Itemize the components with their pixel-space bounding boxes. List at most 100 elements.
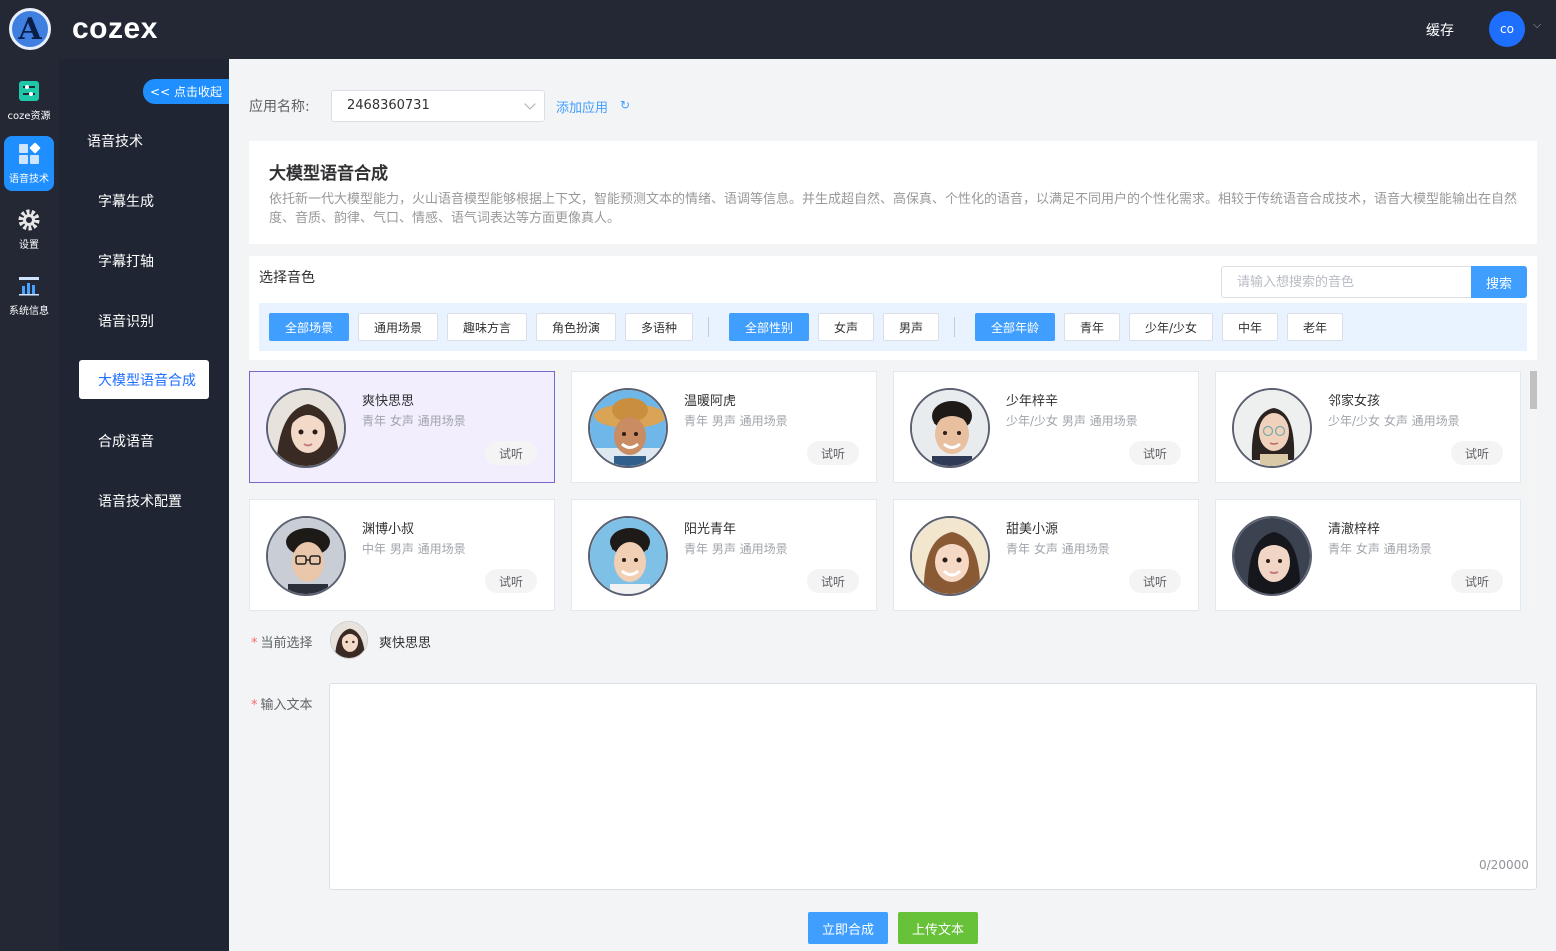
- menu-item-synthesize-speech[interactable]: 合成语音: [79, 421, 209, 460]
- voice-card[interactable]: 少年梓辛 少年/少女 男声 通用场景 试听: [893, 371, 1199, 483]
- voice-name: 邻家女孩: [1328, 394, 1381, 409]
- voice-select-panel: 选择音色 搜索 全部场景 通用场景 趣味方言 角色扮演 多语种 全部性别 女声 …: [249, 256, 1537, 360]
- filter-gender-all[interactable]: 全部性别: [729, 313, 809, 341]
- filter-age-teen[interactable]: 少年/少女: [1129, 313, 1213, 341]
- intro-panel: 大模型语音合成 依托新一代大模型能力，火山语音模型能够根据上下文，智能预测文本的…: [249, 141, 1537, 244]
- voice-tags: 青年 男声 通用场景: [684, 414, 788, 428]
- refresh-icon[interactable]: ↻: [620, 98, 630, 112]
- menu-item-subtitle-timing[interactable]: 字幕打轴: [79, 241, 209, 280]
- voice-card[interactable]: 阳光青年 青年 男声 通用场景 试听: [571, 499, 877, 611]
- filter-age-all[interactable]: 全部年龄: [975, 313, 1055, 341]
- voice-tags: 青年 女声 通用场景: [362, 414, 466, 428]
- rail-item-settings[interactable]: 设置: [4, 202, 54, 257]
- brand-name: cozex: [72, 12, 158, 45]
- preview-button[interactable]: 试听: [1451, 569, 1503, 593]
- rail-label: coze资源: [7, 111, 51, 122]
- filter-age-youth[interactable]: 青年: [1064, 313, 1120, 341]
- chevron-down-icon[interactable]: ⌵: [1533, 18, 1541, 32]
- menu-heading: 语音技术: [87, 134, 143, 150]
- voice-avatar: [266, 388, 346, 468]
- text-input-area[interactable]: [329, 683, 1537, 890]
- gear-icon: [18, 209, 40, 231]
- voice-avatar: [588, 388, 668, 468]
- voice-name: 少年梓辛: [1006, 394, 1059, 409]
- scroll-thumb[interactable]: [1530, 371, 1537, 409]
- voice-name: 清澈梓梓: [1328, 522, 1381, 537]
- search-button[interactable]: 搜索: [1471, 266, 1527, 298]
- filter-scene-dialect[interactable]: 趣味方言: [447, 313, 527, 341]
- add-app-link[interactable]: 添加应用: [556, 97, 608, 116]
- rail-label: 设置: [19, 240, 39, 251]
- voice-avatar: [588, 516, 668, 596]
- voice-avatar: [266, 516, 346, 596]
- icon-rail: coze资源 语音技术 设置 系统信息: [0, 59, 59, 951]
- menu-item-speech-config[interactable]: 语音技术配置: [79, 481, 209, 520]
- voice-tags: 青年 女声 通用场景: [1328, 542, 1432, 556]
- preview-button[interactable]: 试听: [1129, 569, 1181, 593]
- preview-button[interactable]: 试听: [485, 441, 537, 465]
- preview-button[interactable]: 试听: [485, 569, 537, 593]
- filter-scene-all[interactable]: 全部场景: [269, 313, 349, 341]
- voice-name: 甜美小源: [1006, 522, 1059, 537]
- voice-card[interactable]: 渊博小叔 中年 男声 通用场景 试听: [249, 499, 555, 611]
- synthesize-button[interactable]: 立即合成: [808, 912, 888, 944]
- cache-button[interactable]: 缓存: [1426, 20, 1454, 40]
- page-title: 大模型语音合成: [269, 164, 388, 184]
- filter-gender-female[interactable]: 女声: [818, 313, 874, 341]
- chart-icon: [19, 277, 39, 296]
- preview-button[interactable]: 试听: [1451, 441, 1503, 465]
- preview-button[interactable]: 试听: [807, 569, 859, 593]
- voice-tags: 青年 男声 通用场景: [684, 542, 788, 556]
- top-bar: A cozex 缓存 co ⌵: [0, 0, 1556, 59]
- apps-icon: [19, 142, 41, 164]
- voice-name: 爽快思思: [362, 394, 415, 409]
- voice-tags: 青年 女声 通用场景: [1006, 542, 1110, 556]
- filter-divider: [954, 317, 955, 337]
- current-voice-avatar: [330, 621, 368, 659]
- rail-item-system-info[interactable]: 系统信息: [4, 268, 54, 323]
- filter-bar: 全部场景 通用场景 趣味方言 角色扮演 多语种 全部性别 女声 男声 全部年龄 …: [259, 303, 1527, 351]
- required-mark: *: [251, 698, 258, 713]
- filter-gender-male[interactable]: 男声: [883, 313, 939, 341]
- current-voice-name: 爽快思思: [379, 636, 432, 651]
- filter-age-middle[interactable]: 中年: [1222, 313, 1278, 341]
- app-name-label: 应用名称:: [249, 99, 310, 115]
- page-description: 依托新一代大模型能力，火山语音模型能够根据上下文，智能预测文本的情绪、语调等信息…: [269, 192, 1518, 226]
- rail-label: 系统信息: [9, 306, 49, 317]
- voice-search-input[interactable]: [1221, 266, 1471, 298]
- input-text-label: * 输入文本: [251, 698, 313, 713]
- voice-avatar: [910, 516, 990, 596]
- voice-tags: 少年/少女 男声 通用场景: [1006, 414, 1138, 428]
- upload-text-button[interactable]: 上传文本: [898, 912, 978, 944]
- voice-name: 温暖阿虎: [684, 394, 737, 409]
- current-selection-label: * 当前选择: [251, 636, 313, 651]
- user-avatar[interactable]: co: [1489, 11, 1525, 47]
- required-mark: *: [251, 636, 258, 651]
- filter-scene-roleplay[interactable]: 角色扮演: [536, 313, 616, 341]
- filter-divider: [708, 317, 709, 337]
- preview-button[interactable]: 试听: [1129, 441, 1181, 465]
- voice-card[interactable]: 邻家女孩 少年/少女 女声 通用场景 试听: [1215, 371, 1521, 483]
- rail-item-coze-resources[interactable]: coze资源: [4, 73, 54, 128]
- filter-scene-multilingual[interactable]: 多语种: [625, 313, 693, 341]
- preview-button[interactable]: 试听: [807, 441, 859, 465]
- card-scrollbar[interactable]: [1529, 371, 1537, 611]
- voice-tags: 少年/少女 女声 通用场景: [1328, 414, 1460, 428]
- filter-age-senior[interactable]: 老年: [1287, 313, 1343, 341]
- voice-avatar: [910, 388, 990, 468]
- voice-card[interactable]: 甜美小源 青年 女声 通用场景 试听: [893, 499, 1199, 611]
- voice-select-label: 选择音色: [259, 270, 315, 286]
- menu-item-subtitle-generation[interactable]: 字幕生成: [79, 181, 209, 220]
- filter-scene-general[interactable]: 通用场景: [358, 313, 438, 341]
- menu-item-speech-recognition[interactable]: 语音识别: [79, 301, 209, 340]
- menu-item-llm-tts[interactable]: 大模型语音合成: [79, 360, 209, 399]
- voice-card[interactable]: 清澈梓梓 青年 女声 通用场景 试听: [1215, 499, 1521, 611]
- rail-item-speech-tech[interactable]: 语音技术: [4, 136, 54, 191]
- voice-card[interactable]: 温暖阿虎 青年 男声 通用场景 试听: [571, 371, 877, 483]
- voice-avatar: [1232, 388, 1312, 468]
- voice-card-grid: 爽快思思 青年 女声 通用场景 试听 温暖阿虎 青年 男声 通用场景 试听 少年…: [249, 371, 1529, 611]
- collapse-menu-button[interactable]: << 点击收起: [143, 79, 229, 104]
- voice-card[interactable]: 爽快思思 青年 女声 通用场景 试听: [249, 371, 555, 483]
- app-select[interactable]: 2468360731: [331, 90, 545, 122]
- voice-avatar: [1232, 516, 1312, 596]
